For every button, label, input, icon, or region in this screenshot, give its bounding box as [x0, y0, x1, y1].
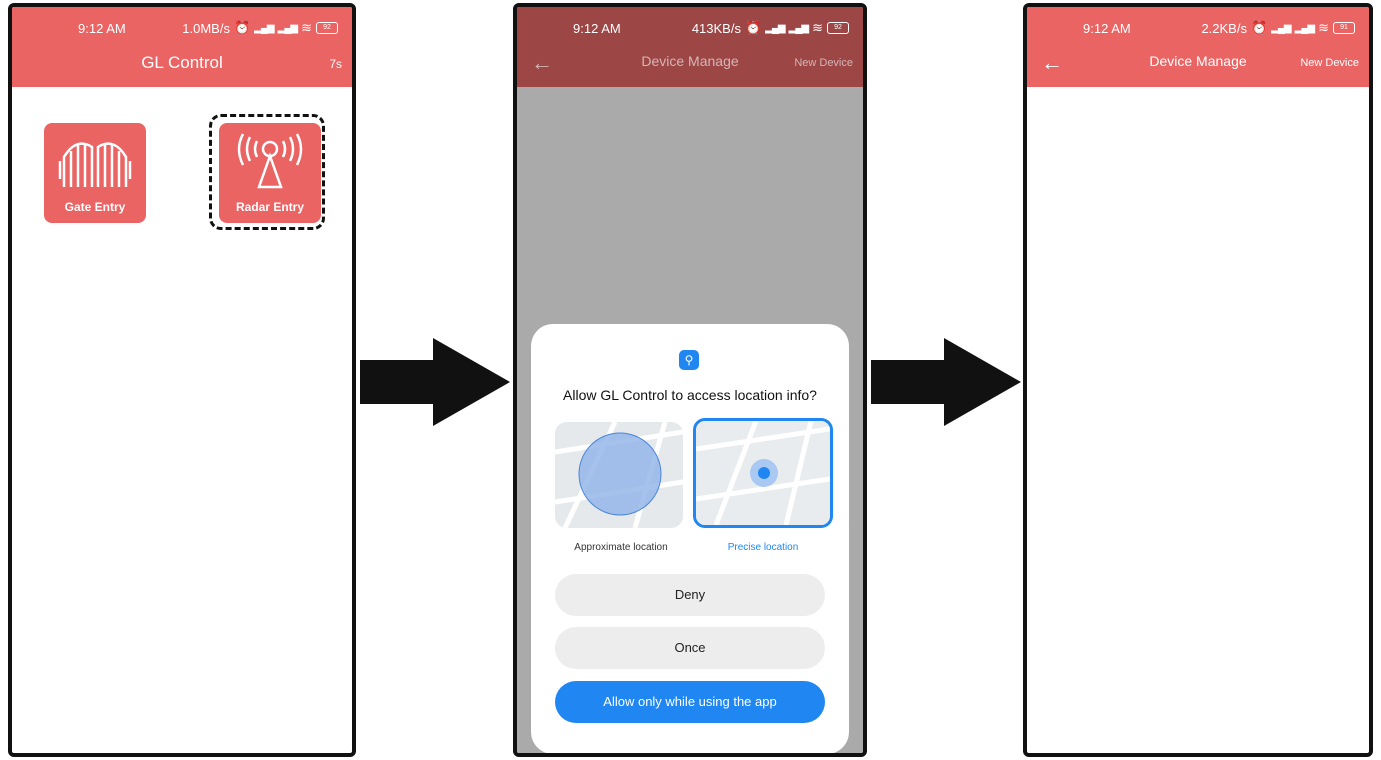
location-pin-icon: ⚲	[679, 350, 699, 370]
dialog-question: Allow GL Control to access location info…	[563, 387, 817, 403]
signal-icon: ▂▄▆	[254, 22, 274, 34]
flow-arrow-icon	[360, 338, 510, 426]
phone-screen-gl-control: 9:12 AM 1.0MB/s ⏰ ▂▄▆ ▂▄▆ ≋ 92 GL Contro…	[8, 3, 356, 757]
battery-icon: 92	[827, 22, 849, 34]
precise-location-label: Precise location	[727, 542, 799, 553]
phone-screen-device-manage: 9:12 AM 2.2KB/s ⏰ ▂▄▆ ▂▄▆ ≋ 91 ← Device …	[1023, 3, 1373, 757]
gate-entry-button[interactable]: Gate Entry	[44, 123, 146, 223]
app-header: 9:12 AM 2.2KB/s ⏰ ▂▄▆ ▂▄▆ ≋ 91 ← Device …	[1027, 7, 1369, 87]
gate-icon	[58, 142, 132, 187]
approximate-location-label: Approximate location	[574, 542, 668, 553]
wifi-icon: ≋	[1318, 20, 1329, 35]
radar-icon	[237, 133, 303, 189]
status-icons: 1.0MB/s ⏰ ▂▄▆ ▂▄▆ ≋ 92	[182, 20, 338, 36]
location-permission-dialog: ⚲ Allow GL Control to access location in…	[531, 324, 849, 753]
deny-button[interactable]: Deny	[555, 574, 825, 616]
precise-map-icon	[696, 421, 830, 525]
tile-label: Radar Entry	[235, 200, 305, 214]
once-button[interactable]: Once	[555, 627, 825, 669]
allow-while-using-button[interactable]: Allow only while using the app	[555, 681, 825, 723]
signal-icon: ▂▄▆	[1271, 22, 1291, 34]
timer-label: 7s	[329, 57, 342, 71]
battery-icon: 92	[316, 22, 338, 34]
title-row: ← Device Manage New Device	[1027, 49, 1369, 79]
battery-icon: 91	[1333, 22, 1355, 34]
radar-entry-button[interactable]: Radar Entry	[219, 123, 321, 223]
tile-label: Gate Entry	[64, 200, 126, 214]
alarm-icon: ⏰	[1250, 20, 1268, 35]
alarm-icon: ⏰	[744, 20, 762, 35]
page-title: GL Control	[141, 53, 223, 72]
status-icons: 413KB/s ⏰ ▂▄▆ ▂▄▆ ≋ 92	[692, 20, 849, 36]
title-row: ← Device Manage New Device	[517, 49, 863, 79]
network-speed: 1.0MB/s	[182, 20, 230, 36]
status-time: 9:12 AM	[1083, 21, 1131, 36]
status-bar: 9:12 AM 413KB/s ⏰ ▂▄▆ ▂▄▆ ≋ 92	[517, 7, 863, 45]
app-header: 9:12 AM 1.0MB/s ⏰ ▂▄▆ ▂▄▆ ≋ 92 GL Contro…	[12, 7, 352, 87]
network-speed: 413KB/s	[691, 20, 741, 36]
network-speed: 2.2KB/s	[1201, 20, 1247, 36]
signal-icon-2: ▂▄▆	[788, 22, 809, 34]
signal-icon-2: ▂▄▆	[1294, 22, 1315, 34]
phone-screen-permission-dialog: 9:12 AM 413KB/s ⏰ ▂▄▆ ▂▄▆ ≋ 92 ← Device …	[513, 3, 867, 757]
status-bar: 9:12 AM 1.0MB/s ⏰ ▂▄▆ ▂▄▆ ≋ 92	[12, 7, 352, 45]
new-device-link[interactable]: New Device	[1300, 57, 1359, 69]
approximate-map-icon	[555, 422, 683, 528]
flow-arrow-icon	[871, 338, 1021, 426]
status-time: 9:12 AM	[78, 21, 126, 36]
new-device-link[interactable]: New Device	[794, 57, 853, 69]
wifi-icon: ≋	[812, 20, 823, 35]
approximate-location-option[interactable]	[555, 422, 683, 528]
precise-location-option[interactable]	[693, 418, 833, 528]
status-time: 9:12 AM	[573, 21, 621, 36]
title-row: GL Control 7s	[12, 49, 352, 79]
app-header: 9:12 AM 413KB/s ⏰ ▂▄▆ ▂▄▆ ≋ 92 ← Device …	[517, 7, 863, 87]
signal-icon-2: ▂▄▆	[277, 22, 298, 34]
status-bar: 9:12 AM 2.2KB/s ⏰ ▂▄▆ ▂▄▆ ≋ 91	[1027, 7, 1369, 45]
status-icons: 2.2KB/s ⏰ ▂▄▆ ▂▄▆ ≋ 91	[1201, 20, 1355, 36]
alarm-icon: ⏰	[233, 20, 251, 35]
wifi-icon: ≋	[301, 20, 312, 35]
signal-icon: ▂▄▆	[765, 22, 785, 34]
